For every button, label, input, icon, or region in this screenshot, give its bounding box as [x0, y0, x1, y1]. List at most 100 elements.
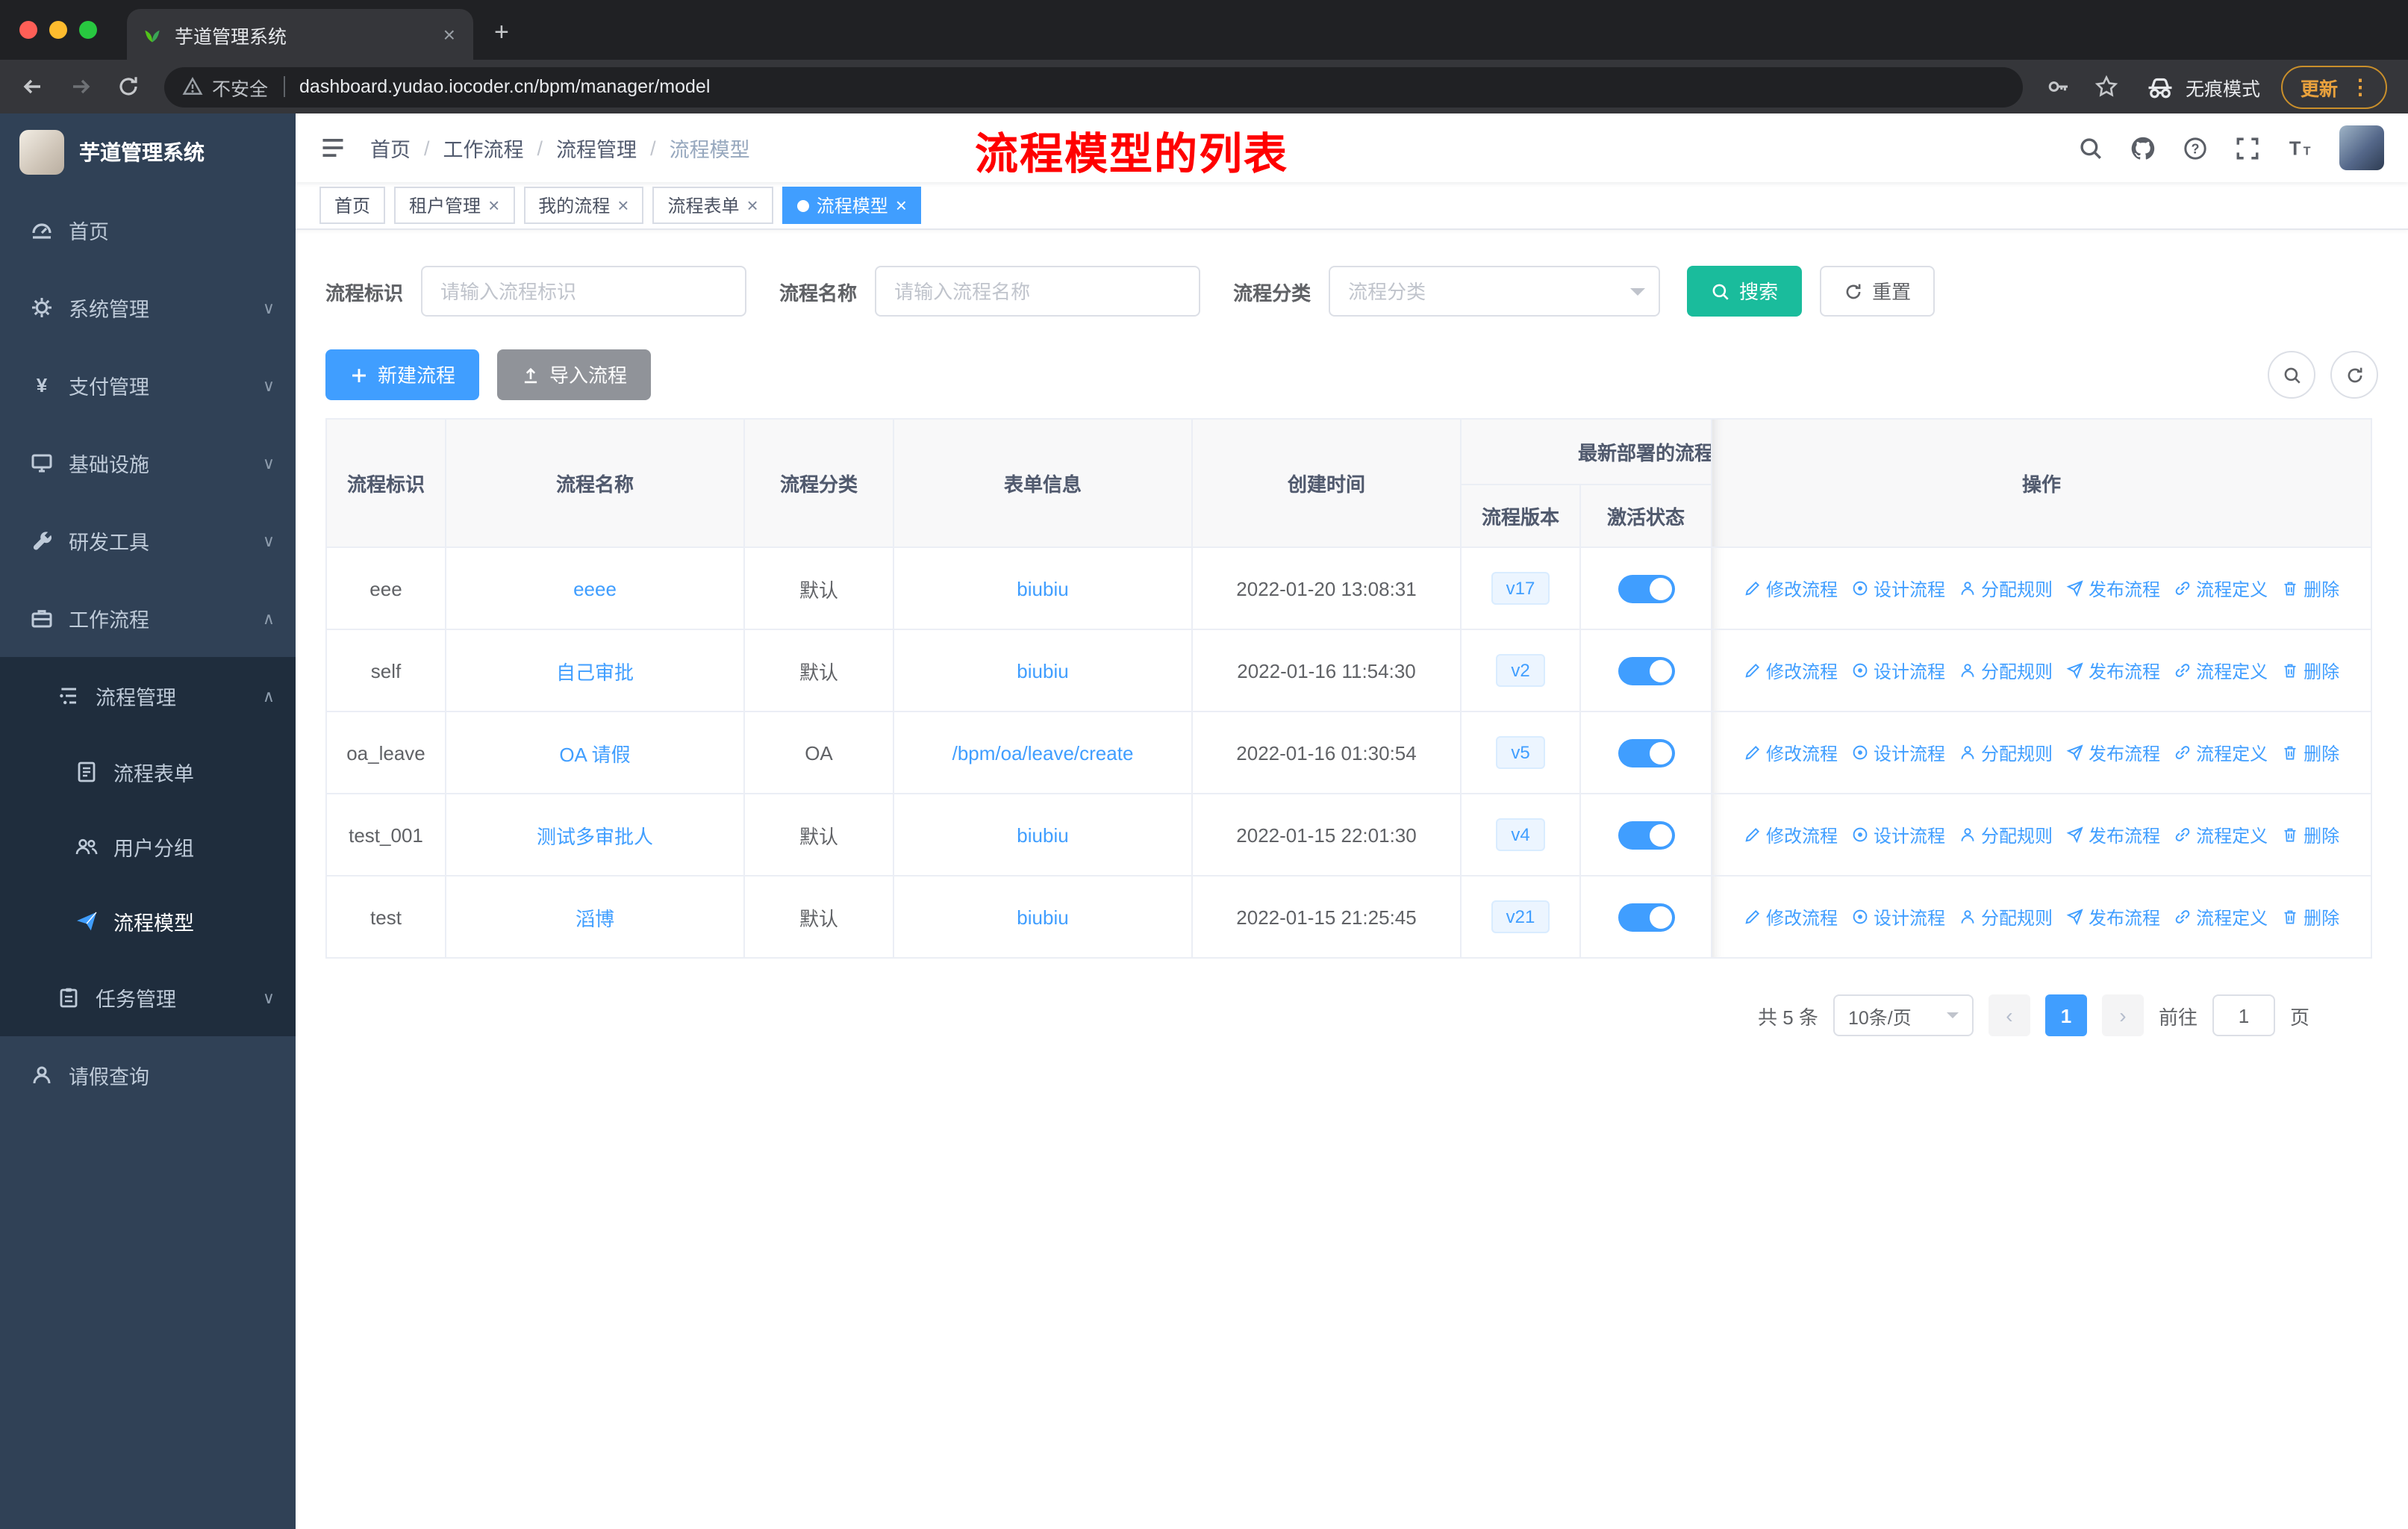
breadcrumb-item[interactable]: 流程管理	[556, 133, 637, 163]
action-delete-link[interactable]: 删除	[2281, 658, 2339, 683]
action-publish-link[interactable]: 发布流程	[2066, 658, 2160, 683]
create-process-button[interactable]: 新建流程	[325, 349, 480, 400]
fullscreen-icon[interactable]	[2235, 135, 2260, 161]
sidebar-item-流程模型[interactable]: 流程模型	[0, 884, 296, 959]
github-icon[interactable]	[2130, 135, 2156, 161]
tag-流程模型[interactable]: 流程模型 ×	[782, 187, 922, 224]
security-label[interactable]: 不安全	[212, 72, 268, 101]
process-name-link[interactable]: eeee	[573, 577, 617, 600]
action-assign-link[interactable]: 分配规则	[1959, 740, 2053, 765]
tag-close-icon[interactable]: ×	[747, 196, 758, 215]
form-info-link[interactable]: biubiu	[1017, 906, 1068, 928]
tag-首页[interactable]: 首页	[319, 187, 386, 224]
action-define-link[interactable]: 流程定义	[2174, 576, 2268, 601]
tag-close-icon[interactable]: ×	[617, 196, 628, 215]
active-toggle[interactable]	[1618, 903, 1674, 931]
action-edit-link[interactable]: 修改流程	[1744, 658, 1838, 683]
update-button[interactable]: 更新 ⋮	[2280, 65, 2387, 108]
avatar[interactable]	[2339, 125, 2384, 170]
action-edit-link[interactable]: 修改流程	[1744, 822, 1838, 847]
action-define-link[interactable]: 流程定义	[2174, 822, 2268, 847]
active-toggle[interactable]	[1618, 656, 1674, 685]
url-text[interactable]: dashboard.yudao.iocoder.cn/bpm/manager/m…	[299, 76, 710, 97]
forward-button[interactable]	[60, 66, 102, 108]
browser-tab[interactable]: 芋道管理系统 ×	[127, 9, 473, 60]
tag-我的流程[interactable]: 我的流程 ×	[523, 187, 644, 224]
action-delete-link[interactable]: 删除	[2281, 740, 2339, 765]
form-info-link[interactable]: /bpm/oa/leave/create	[952, 741, 1134, 764]
search-icon[interactable]	[2078, 135, 2103, 161]
breadcrumb-item[interactable]: 首页	[370, 133, 411, 163]
page-1-button[interactable]: 1	[2044, 994, 2087, 1036]
action-publish-link[interactable]: 发布流程	[2066, 740, 2160, 765]
action-define-link[interactable]: 流程定义	[2174, 740, 2268, 765]
font-size-icon[interactable]: TT	[2287, 135, 2312, 161]
sidebar-item-任务管理[interactable]: 任务管理 ∨	[0, 959, 296, 1036]
tag-close-icon[interactable]: ×	[488, 196, 499, 215]
sidebar-item-首页[interactable]: 首页	[0, 191, 296, 269]
form-info-link[interactable]: biubiu	[1017, 577, 1068, 600]
action-assign-link[interactable]: 分配规则	[1959, 822, 2053, 847]
new-tab-button[interactable]: +	[473, 18, 530, 60]
action-design-link[interactable]: 设计流程	[1851, 576, 1945, 601]
active-toggle[interactable]	[1618, 738, 1674, 767]
action-design-link[interactable]: 设计流程	[1851, 740, 1945, 765]
toggle-search-button[interactable]	[2268, 351, 2315, 399]
help-icon[interactable]: ?	[2183, 135, 2208, 161]
sidebar-item-请假查询[interactable]: 请假查询	[0, 1036, 296, 1114]
process-name-link[interactable]: OA 请假	[559, 743, 630, 765]
form-info-link[interactable]: biubiu	[1017, 659, 1068, 682]
prev-page-button[interactable]: ‹	[1988, 994, 2030, 1036]
next-page-button[interactable]: ›	[2101, 994, 2144, 1036]
active-toggle[interactable]	[1618, 574, 1674, 602]
active-toggle[interactable]	[1618, 820, 1674, 849]
address-bar[interactable]: 不安全 dashboard.yudao.iocoder.cn/bpm/manag…	[164, 66, 2023, 107]
close-window-button[interactable]	[19, 21, 37, 39]
action-delete-link[interactable]: 删除	[2281, 822, 2339, 847]
category-select-input[interactable]	[1329, 266, 1661, 317]
process-name-link[interactable]: 自己审批	[556, 661, 634, 683]
action-define-link[interactable]: 流程定义	[2174, 904, 2268, 929]
action-design-link[interactable]: 设计流程	[1851, 904, 1945, 929]
breadcrumb-item[interactable]: 工作流程	[443, 133, 524, 163]
page-size-select[interactable]: 10条/页	[1832, 994, 1974, 1036]
action-assign-link[interactable]: 分配规则	[1959, 658, 2053, 683]
action-publish-link[interactable]: 发布流程	[2066, 576, 2160, 601]
action-edit-link[interactable]: 修改流程	[1744, 576, 1838, 601]
sidebar-item-工作流程[interactable]: 工作流程 ∧	[0, 579, 296, 657]
tag-租户管理[interactable]: 租户管理 ×	[394, 187, 515, 224]
action-edit-link[interactable]: 修改流程	[1744, 740, 1838, 765]
process-name-link[interactable]: 滔博	[576, 907, 614, 929]
tab-close-icon[interactable]: ×	[440, 22, 458, 46]
browser-menu-icon[interactable]: ⋮	[2350, 74, 2371, 99]
form-info-link[interactable]: biubiu	[1017, 823, 1068, 846]
action-publish-link[interactable]: 发布流程	[2066, 822, 2160, 847]
category-select[interactable]	[1329, 266, 1661, 317]
tag-流程表单[interactable]: 流程表单 ×	[652, 187, 773, 224]
search-button[interactable]: 搜索	[1687, 266, 1803, 317]
reload-button[interactable]	[107, 66, 149, 108]
sidebar-item-用户分组[interactable]: 用户分组	[0, 809, 296, 884]
zoom-window-button[interactable]	[79, 21, 97, 39]
sidebar-item-研发工具[interactable]: 研发工具 ∨	[0, 502, 296, 579]
password-key-icon[interactable]	[2038, 66, 2080, 108]
app-logo[interactable]: 芋道管理系统	[0, 113, 296, 191]
refresh-table-button[interactable]	[2330, 351, 2378, 399]
action-edit-link[interactable]: 修改流程	[1744, 904, 1838, 929]
process-id-input[interactable]	[421, 266, 747, 317]
sidebar-item-基础设施[interactable]: 基础设施 ∨	[0, 424, 296, 502]
process-name-input[interactable]	[875, 266, 1201, 317]
action-design-link[interactable]: 设计流程	[1851, 658, 1945, 683]
action-assign-link[interactable]: 分配规则	[1959, 904, 2053, 929]
sidebar-item-流程管理[interactable]: 流程管理 ∧	[0, 657, 296, 735]
back-button[interactable]	[12, 66, 54, 108]
sidebar-item-系统管理[interactable]: 系统管理 ∨	[0, 269, 296, 346]
process-name-link[interactable]: 测试多审批人	[537, 825, 653, 847]
action-publish-link[interactable]: 发布流程	[2066, 904, 2160, 929]
import-process-button[interactable]: 导入流程	[497, 349, 652, 400]
action-delete-link[interactable]: 删除	[2281, 904, 2339, 929]
action-delete-link[interactable]: 删除	[2281, 576, 2339, 601]
sidebar-item-支付管理[interactable]: ¥ 支付管理 ∨	[0, 346, 296, 424]
action-define-link[interactable]: 流程定义	[2174, 658, 2268, 683]
action-design-link[interactable]: 设计流程	[1851, 822, 1945, 847]
